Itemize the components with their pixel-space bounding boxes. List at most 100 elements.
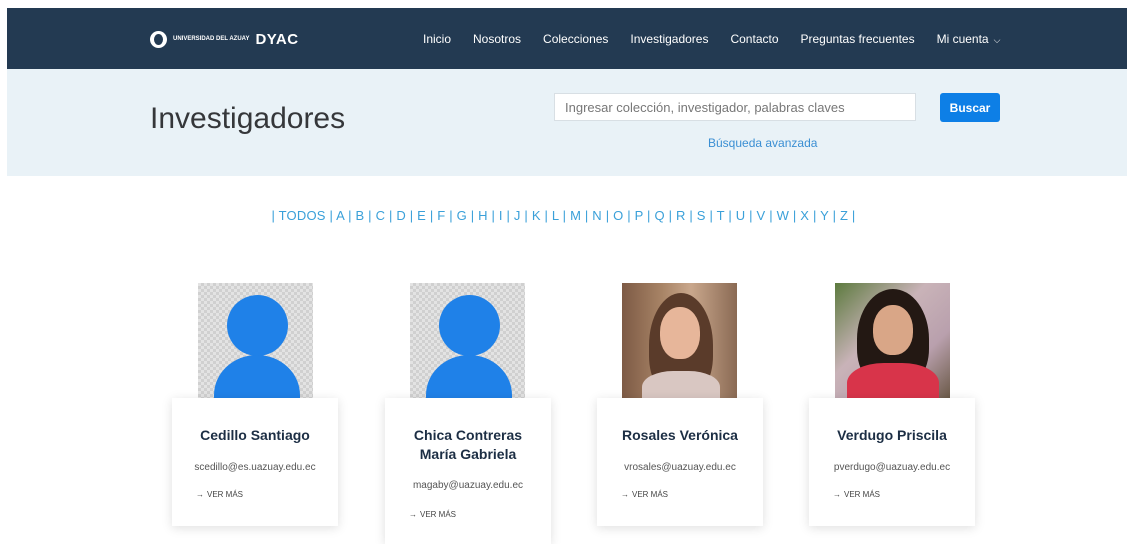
ver-mas-link[interactable]: → VER MÁS: [196, 490, 243, 499]
ver-mas-label: VER MÁS: [207, 490, 244, 499]
account-label: Mi cuenta: [936, 31, 989, 46]
researcher-name[interactable]: Rosales Verónica: [597, 426, 763, 445]
ver-mas-label: VER MÁS: [632, 490, 669, 499]
researcher-photo[interactable]: [622, 283, 737, 398]
alphabet-letter-p[interactable]: P: [635, 208, 644, 223]
search-input[interactable]: [554, 93, 916, 121]
alphabet-separator: |: [581, 208, 593, 223]
top-navbar: UNIVERSIDAD DEL AZUAY DYAC Inicio Nosotr…: [7, 8, 1127, 69]
chevron-down-icon: ⌵: [993, 34, 1001, 45]
alphabet-letter-c[interactable]: C: [376, 208, 386, 223]
ver-mas-link[interactable]: → VER MÁS: [409, 510, 456, 519]
alphabet-letter-m[interactable]: M: [570, 208, 581, 223]
alphabet-separator: |: [745, 208, 757, 223]
nav-item-preguntas-frecuentes[interactable]: Preguntas frecuentes: [801, 32, 915, 46]
site-logo[interactable]: UNIVERSIDAD DEL AZUAY DYAC: [150, 28, 299, 50]
alphabet-separator: |: [664, 208, 676, 223]
alphabet-separator: |: [271, 208, 279, 223]
researcher-name[interactable]: Chica Contreras María Gabriela: [385, 426, 551, 464]
alphabet-letter-j[interactable]: J: [514, 208, 521, 223]
logo-dyac-text: DYAC: [255, 30, 299, 48]
alphabet-separator: |: [685, 208, 697, 223]
alphabet-letter-e[interactable]: E: [417, 208, 426, 223]
alphabet-separator: |: [643, 208, 655, 223]
nav-item-colecciones[interactable]: Colecciones: [543, 32, 608, 46]
nav-item-investigadores[interactable]: Investigadores: [630, 32, 708, 46]
university-seal-icon: [150, 30, 167, 48]
nav-item-mi-cuenta[interactable]: Mi cuenta ⌵: [937, 32, 1001, 46]
researcher-card[interactable]: Cedillo Santiago scedillo@es.uazuay.edu.…: [172, 398, 338, 526]
alphabet-separator: |: [540, 208, 552, 223]
nav-item-contacto[interactable]: Contacto: [730, 32, 778, 46]
researcher-email: vrosales@uazuay.edu.ec: [624, 462, 736, 473]
researcher-name[interactable]: Verdugo Priscila: [809, 426, 975, 445]
researcher-photo[interactable]: [410, 283, 525, 398]
researcher-email: scedillo@es.uazuay.edu.ec: [194, 462, 316, 473]
researcher-name[interactable]: Cedillo Santiago: [172, 426, 338, 445]
alphabet-separator: |: [405, 208, 418, 223]
alphabet-letter-t[interactable]: T: [717, 208, 725, 223]
alphabet-separator: |: [445, 208, 457, 223]
alphabet-letter-todos[interactable]: TODOS: [279, 208, 326, 223]
nav-item-nosotros[interactable]: Nosotros: [473, 32, 521, 46]
ver-mas-label: VER MÁS: [420, 510, 457, 519]
researcher-photo[interactable]: [835, 283, 950, 398]
alphabet-letter-o[interactable]: O: [613, 208, 623, 223]
alphabet-separator: |: [809, 208, 821, 223]
alphabet-separator: |: [426, 208, 438, 223]
alphabet-letter-g[interactable]: G: [457, 208, 467, 223]
alphabet-separator: |: [765, 208, 777, 223]
avatar-placeholder-icon: [227, 295, 288, 356]
alphabet-letter-k[interactable]: K: [532, 208, 541, 223]
alphabet-letter-l[interactable]: L: [552, 208, 559, 223]
alphabet-separator: |: [828, 208, 840, 223]
researcher-email: magaby@uazuay.edu.ec: [412, 480, 524, 491]
alphabet-separator: |: [724, 208, 736, 223]
alphabet-separator: |: [558, 208, 571, 223]
alphabet-letter-d[interactable]: D: [396, 208, 406, 223]
alphabet-separator: |: [364, 208, 376, 223]
alphabet-letter-s[interactable]: S: [697, 208, 706, 223]
ver-mas-label: VER MÁS: [844, 490, 881, 499]
avatar-placeholder-icon: [439, 295, 500, 356]
alphabet-letter-x[interactable]: X: [800, 208, 809, 223]
alphabet-separator: |: [344, 208, 356, 223]
arrow-right-icon: →: [409, 510, 417, 519]
alphabet-letter-n[interactable]: N: [592, 208, 602, 223]
alphabet-letter-u[interactable]: U: [736, 208, 746, 223]
page-header: Investigadores Buscar Búsqueda avanzada: [7, 69, 1127, 176]
ver-mas-link[interactable]: → VER MÁS: [621, 490, 668, 499]
alphabet-separator: |: [466, 208, 479, 223]
ver-mas-link[interactable]: → VER MÁS: [833, 490, 880, 499]
researcher-card[interactable]: Rosales Verónica vrosales@uazuay.edu.ec …: [597, 398, 763, 526]
arrow-right-icon: →: [621, 490, 629, 499]
alphabet-letter-z[interactable]: Z: [840, 208, 848, 223]
researcher-email: pverdugo@uazuay.edu.ec: [833, 462, 951, 473]
alphabet-separator: |: [623, 208, 635, 223]
page-title: Investigadores: [150, 102, 346, 135]
researcher-card[interactable]: Verdugo Priscila pverdugo@uazuay.edu.ec …: [809, 398, 975, 526]
alphabet-separator: |: [487, 208, 499, 223]
alphabet-separator: |: [705, 208, 717, 223]
logo-university-text: UNIVERSIDAD DEL AZUAY: [173, 36, 250, 42]
researcher-photo[interactable]: [198, 283, 313, 398]
alphabet-letter-y[interactable]: Y: [820, 208, 829, 223]
alphabet-separator: |: [601, 208, 614, 223]
alphabet-letter-r[interactable]: R: [676, 208, 686, 223]
alphabet-separator: |: [502, 208, 514, 223]
search-button[interactable]: Buscar: [940, 93, 1000, 122]
researcher-card[interactable]: Chica Contreras María Gabriela magaby@ua…: [385, 398, 551, 544]
alphabet-letter-w[interactable]: W: [777, 208, 789, 223]
advanced-search-link[interactable]: Búsqueda avanzada: [708, 136, 817, 150]
alphabet-filter: | TODOS | A | B | C | D | E | F | G | H …: [0, 208, 1127, 223]
alphabet-separator: |: [789, 208, 801, 223]
alphabet-letter-h[interactable]: H: [478, 208, 488, 223]
nav-item-inicio[interactable]: Inicio: [423, 32, 451, 46]
nav-menu: Inicio Nosotros Colecciones Investigador…: [423, 8, 1022, 69]
arrow-right-icon: →: [196, 490, 204, 499]
arrow-right-icon: →: [833, 490, 841, 499]
alphabet-separator: |: [848, 208, 856, 223]
alphabet-separator: |: [385, 208, 397, 223]
alphabet-letter-q[interactable]: Q: [654, 208, 664, 223]
alphabet-separator: |: [520, 208, 532, 223]
